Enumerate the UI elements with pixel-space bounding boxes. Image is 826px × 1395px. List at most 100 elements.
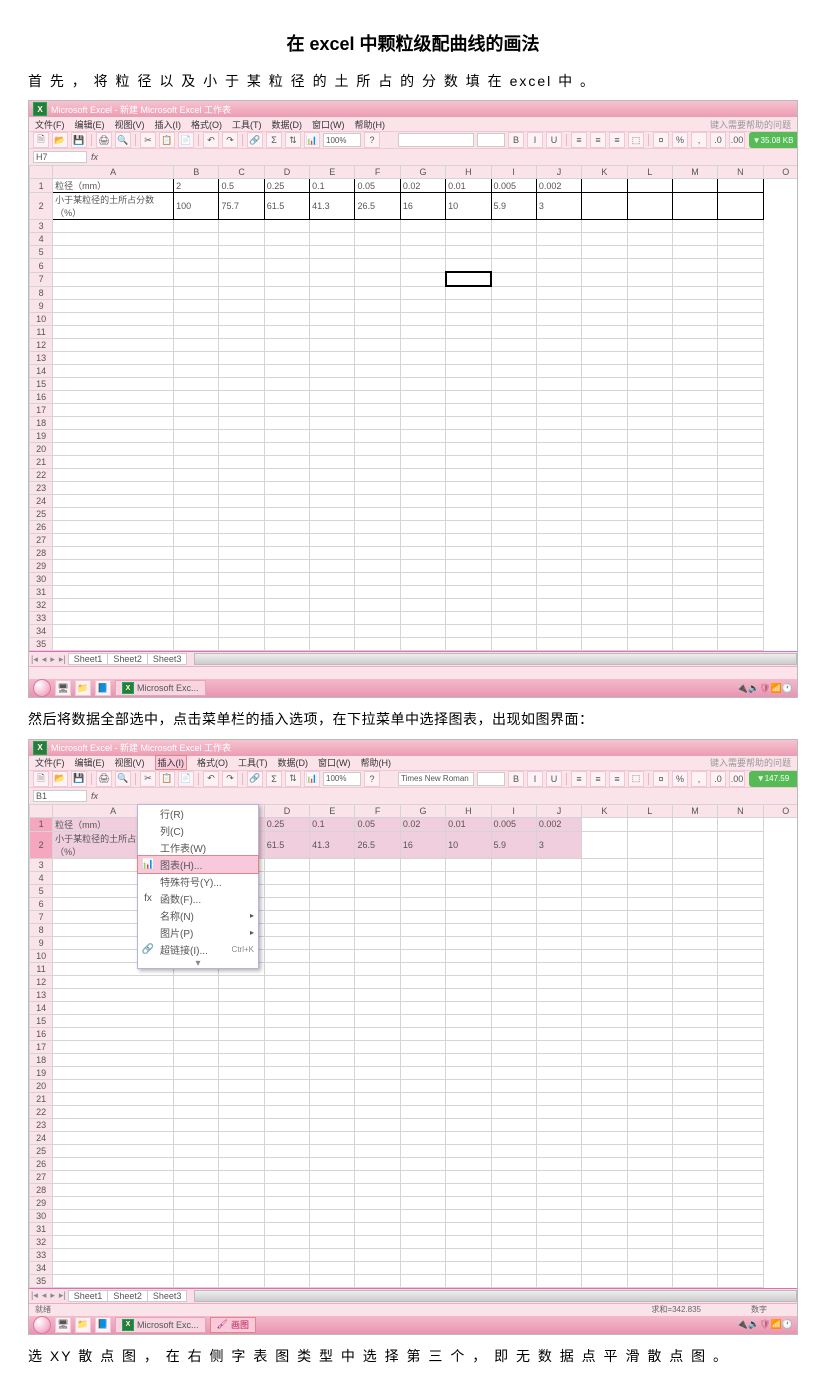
dec-dec-icon[interactable]: .00: [729, 132, 745, 148]
open-icon[interactable]: 📂: [52, 771, 68, 787]
italic-icon[interactable]: I: [527, 132, 543, 148]
bold-icon[interactable]: B: [508, 771, 524, 787]
merge-icon[interactable]: ⬚: [628, 132, 644, 148]
menu-item[interactable]: 窗口(W): [318, 756, 351, 769]
comma-icon[interactable]: ,: [691, 771, 707, 787]
menu-item[interactable]: 帮助(H): [361, 756, 392, 769]
fx-icon[interactable]: fx: [91, 791, 98, 801]
align-center-icon[interactable]: ≡: [590, 132, 606, 148]
menu-item[interactable]: 工具(T): [238, 756, 268, 769]
new-icon[interactable]: 🗎: [33, 132, 49, 148]
preview-icon[interactable]: 🔍: [115, 132, 131, 148]
start-button[interactable]: [33, 1316, 51, 1334]
h-scrollbar[interactable]: [194, 1290, 797, 1302]
quick-3[interactable]: 📘: [95, 1317, 111, 1333]
dec-inc-icon[interactable]: .0: [710, 132, 726, 148]
sort-icon[interactable]: ⇅: [285, 132, 301, 148]
menu-item[interactable]: 插入(I): [155, 755, 188, 770]
insert-menu-item[interactable]: 图片(P)▸: [138, 924, 258, 941]
help-icon[interactable]: ?: [364, 132, 380, 148]
redo-icon[interactable]: ↷: [222, 771, 238, 787]
insert-menu-item[interactable]: 特殊符号(Y)...: [138, 873, 258, 890]
menu-item[interactable]: 编辑(E): [75, 756, 105, 769]
quick-3[interactable]: 📘: [95, 680, 111, 696]
tab-sheet2[interactable]: Sheet2: [107, 653, 148, 665]
zoom-box[interactable]: 100%: [323, 772, 361, 786]
currency-icon[interactable]: ¤: [653, 771, 669, 787]
align-center-icon[interactable]: ≡: [590, 771, 606, 787]
menu-item[interactable]: 帮助(H): [355, 118, 386, 131]
menu-item[interactable]: 文件(F): [35, 118, 65, 131]
menu-item[interactable]: 文件(F): [35, 756, 65, 769]
spreadsheet-grid[interactable]: ABCDEFGHIJKLMNO1粒径（mm）20.50.250.10.050.0…: [29, 165, 797, 651]
tab-sheet1[interactable]: Sheet1: [68, 653, 109, 665]
tab-sheet3[interactable]: Sheet3: [147, 653, 188, 665]
sum-icon[interactable]: Σ: [266, 771, 282, 787]
font-box[interactable]: Times New Roman: [398, 772, 474, 786]
quick-2[interactable]: 📁: [75, 680, 91, 696]
link-icon[interactable]: 🔗: [247, 771, 263, 787]
tab-sheet3[interactable]: Sheet3: [147, 1290, 188, 1302]
align-left-icon[interactable]: ≡: [571, 132, 587, 148]
menu-item[interactable]: 工具(T): [232, 118, 262, 131]
paste-icon[interactable]: 📄: [178, 771, 194, 787]
insert-menu[interactable]: 行(R)列(C)工作表(W)📊图表(H)...特殊符号(Y)...fx函数(F)…: [137, 804, 259, 969]
paste-icon[interactable]: 📄: [178, 132, 194, 148]
open-icon[interactable]: 📂: [52, 132, 68, 148]
redo-icon[interactable]: ↷: [222, 132, 238, 148]
undo-icon[interactable]: ↶: [203, 132, 219, 148]
link-icon[interactable]: 🔗: [247, 132, 263, 148]
menu-item[interactable]: 视图(V): [115, 756, 145, 769]
insert-menu-item[interactable]: 名称(N)▸: [138, 907, 258, 924]
undo-icon[interactable]: ↶: [203, 771, 219, 787]
tab-sheet2[interactable]: Sheet2: [107, 1290, 148, 1302]
copy-icon[interactable]: 📋: [159, 771, 175, 787]
insert-menu-item[interactable]: fx函数(F)...: [138, 890, 258, 907]
standard-toolbar[interactable]: 🗎 📂 💾 🖨 🔍 ✂ 📋 📄 ↶ ↷ 🔗 Σ ⇅ 📊 100% ? B I: [29, 131, 797, 148]
sheet-tabs[interactable]: |◂◂▸▸| Sheet1 Sheet2 Sheet3: [29, 1288, 797, 1303]
menu-item[interactable]: 视图(V): [115, 118, 145, 131]
quick-2[interactable]: 📁: [75, 1317, 91, 1333]
quick-1[interactable]: 🖥: [55, 1317, 71, 1333]
bold-icon[interactable]: B: [508, 132, 524, 148]
align-right-icon[interactable]: ≡: [609, 132, 625, 148]
size-box[interactable]: [477, 133, 505, 147]
cut-icon[interactable]: ✂: [140, 132, 156, 148]
align-left-icon[interactable]: ≡: [571, 771, 587, 787]
menu-item[interactable]: 格式(O): [191, 118, 222, 131]
tab-sheet1[interactable]: Sheet1: [68, 1290, 109, 1302]
save-icon[interactable]: 💾: [71, 771, 87, 787]
menu-item[interactable]: 窗口(W): [312, 118, 345, 131]
comma-icon[interactable]: ,: [691, 132, 707, 148]
menu-item[interactable]: 数据(D): [272, 118, 303, 131]
menu-item[interactable]: 数据(D): [278, 756, 309, 769]
italic-icon[interactable]: I: [527, 771, 543, 787]
chart-icon[interactable]: 📊: [304, 132, 320, 148]
insert-menu-item[interactable]: 🔗超链接(I)...Ctrl+K: [138, 941, 258, 958]
preview-icon[interactable]: 🔍: [115, 771, 131, 787]
percent-icon[interactable]: %: [672, 771, 688, 787]
print-icon[interactable]: 🖨: [96, 771, 112, 787]
h-scrollbar[interactable]: [194, 653, 797, 665]
task-painter[interactable]: 🖌 画图: [210, 1317, 256, 1333]
name-box[interactable]: B1: [33, 790, 87, 802]
insert-menu-item[interactable]: 列(C): [138, 822, 258, 839]
insert-menu-item[interactable]: 工作表(W): [138, 839, 258, 856]
insert-menu-item[interactable]: 行(R): [138, 805, 258, 822]
fx-icon[interactable]: fx: [91, 152, 98, 162]
print-icon[interactable]: 🖨: [96, 132, 112, 148]
percent-icon[interactable]: %: [672, 132, 688, 148]
menu-bar[interactable]: 文件(F)编辑(E)视图(V)插入(I)格式(O)工具(T)数据(D)窗口(W)…: [29, 117, 797, 131]
font-box[interactable]: [398, 133, 474, 147]
save-icon[interactable]: 💾: [71, 132, 87, 148]
sheet-tabs[interactable]: |◂◂▸▸| Sheet1 Sheet2 Sheet3: [29, 651, 797, 666]
standard-toolbar[interactable]: 🗎 📂 💾 🖨 🔍 ✂ 📋 📄 ↶ ↷ 🔗 Σ ⇅ 📊 100% ? Times…: [29, 770, 797, 787]
start-button[interactable]: [33, 679, 51, 697]
menu-item[interactable]: 插入(I): [155, 118, 182, 131]
name-box[interactable]: H7: [33, 151, 87, 163]
size-box[interactable]: [477, 772, 505, 786]
quick-1[interactable]: 🖥: [55, 680, 71, 696]
task-excel[interactable]: XMicrosoft Exc...: [115, 680, 206, 696]
insert-menu-item[interactable]: 📊图表(H)...: [137, 855, 259, 874]
menu-item[interactable]: 格式(O): [197, 756, 228, 769]
